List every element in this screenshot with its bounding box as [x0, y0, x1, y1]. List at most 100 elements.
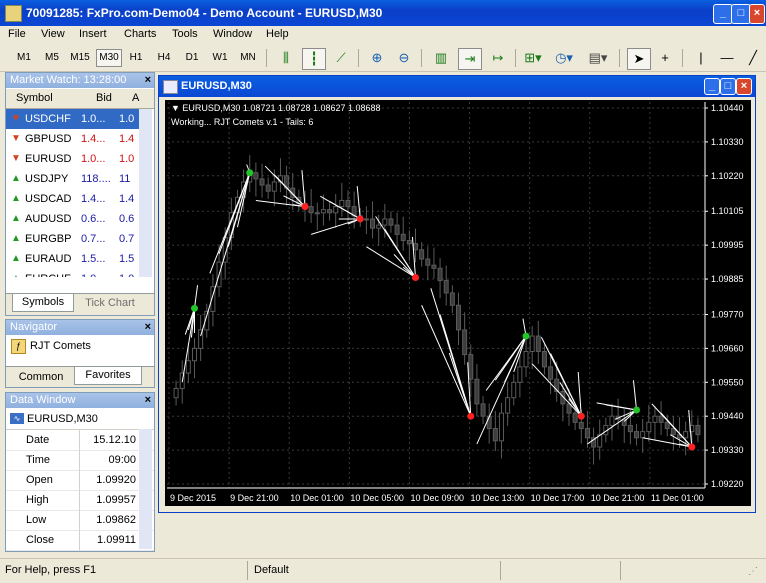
chart-info-line: ▼ EURUSD,M30 1.08721 1.08728 1.08627 1.0…: [171, 103, 381, 113]
market-watch-row[interactable]: ▼ USDCHF 1.0... 1.0: [6, 109, 140, 129]
candlestick-chart-icon[interactable]: ┇: [302, 48, 326, 70]
chart-close-button[interactable]: ×: [736, 78, 752, 95]
arrow-down-icon: ▼: [11, 133, 21, 144]
tab-tick-chart[interactable]: Tick Chart: [76, 295, 144, 312]
market-watch-row[interactable]: ▲ EURCHF 1.0... 1.0: [6, 269, 140, 277]
market-watch-row[interactable]: ▲ AUDUSD 0.6... 0.6: [6, 209, 140, 229]
tab-symbols[interactable]: Symbols: [12, 294, 74, 312]
menu-file[interactable]: File: [8, 28, 26, 40]
ask-price: 1.5: [119, 253, 135, 265]
menu-help[interactable]: Help: [266, 28, 289, 40]
navigator-item-rjt-comets[interactable]: RJT Comets: [30, 340, 91, 352]
candle-body: [640, 431, 646, 439]
candle-body: [535, 335, 541, 352]
timeframe-m30[interactable]: M30: [96, 49, 122, 67]
close-icon[interactable]: ×: [145, 393, 151, 408]
vertical-line-icon[interactable]: |: [690, 48, 712, 68]
horizontal-line-icon[interactable]: —: [716, 48, 738, 68]
periods-clock-icon[interactable]: ◷▾: [553, 48, 575, 68]
toolbar-separator: [421, 49, 422, 67]
candle-body: [259, 178, 265, 186]
menu-view[interactable]: View: [41, 28, 65, 40]
candle-body: [498, 412, 504, 442]
candle-body: [658, 415, 664, 423]
market-watch-scrollbar[interactable]: [139, 109, 152, 277]
candle-body: [173, 387, 179, 399]
timeframe-d1[interactable]: D1: [180, 50, 204, 66]
timeframe-mn[interactable]: MN: [236, 50, 260, 66]
candle-body: [370, 218, 376, 229]
zoom-out-icon[interactable]: ⊖: [393, 48, 415, 68]
data-value: 1.09862: [96, 514, 136, 526]
trendline-icon[interactable]: ╱: [742, 48, 764, 68]
chart-minimize-button[interactable]: _: [704, 78, 720, 95]
line-chart-icon[interactable]: ⟋: [330, 48, 352, 68]
candle-body: [627, 424, 633, 433]
ask-price: 11: [119, 173, 131, 185]
arrow-down-icon: ▼: [11, 153, 21, 164]
market-watch-row[interactable]: ▼ GBPUSD 1.4... 1.4: [6, 129, 140, 149]
candle-body: [437, 267, 443, 282]
price-tick-label: 1.09660: [711, 343, 744, 353]
data-window-scrollbar[interactable]: [139, 429, 152, 549]
data-window-row: Low 1.09862: [6, 510, 154, 531]
indicators-icon[interactable]: ⊞▾: [522, 48, 544, 68]
cursor-icon[interactable]: ➤: [627, 48, 651, 70]
crosshair-icon[interactable]: +: [654, 48, 676, 68]
candle-body: [382, 218, 388, 226]
candle-body: [548, 366, 554, 380]
zoom-in-icon[interactable]: ⊕: [366, 48, 388, 68]
status-help: For Help, press F1: [5, 564, 97, 576]
menu-charts[interactable]: Charts: [124, 28, 156, 40]
menu-tools[interactable]: Tools: [172, 28, 198, 40]
market-watch-row[interactable]: ▼ EURUSD 1.0... 1.0: [6, 149, 140, 169]
bar-chart-icon[interactable]: ⫼: [275, 48, 297, 68]
auto-scroll-icon[interactable]: ⇥: [458, 48, 482, 70]
menu-window[interactable]: Window: [213, 28, 252, 40]
symbol-name: USDCHF: [25, 113, 71, 125]
timeframe-m15[interactable]: M15: [68, 50, 92, 66]
menu-insert[interactable]: Insert: [79, 28, 107, 40]
timeframe-m1[interactable]: M1: [12, 50, 36, 66]
navigator-tabs: Common Favorites: [6, 366, 154, 387]
maximize-button[interactable]: □: [731, 4, 751, 24]
tab-favorites[interactable]: Favorites: [74, 367, 142, 385]
candle-body: [333, 206, 339, 214]
navigator-panel: Navigator × ƒ RJT Comets Common Favorite…: [5, 319, 155, 388]
menu-bar: File View Insert Charts Tools Window Hel…: [0, 26, 766, 45]
minimize-button[interactable]: _: [713, 4, 733, 24]
chart-shift-icon[interactable]: ↦: [487, 48, 509, 68]
close-icon[interactable]: ×: [145, 320, 151, 335]
toolbar-separator: [266, 49, 267, 67]
tile-windows-icon[interactable]: ▥: [430, 48, 452, 68]
comet-point: [412, 274, 420, 282]
close-icon[interactable]: ×: [145, 73, 151, 88]
status-separator: [500, 561, 501, 580]
symbol-name: GBPUSD: [25, 133, 72, 145]
column-symbol[interactable]: Symbol: [16, 92, 53, 104]
close-button[interactable]: ×: [749, 4, 765, 24]
market-watch-row[interactable]: ▲ USDCAD 1.4... 1.4: [6, 189, 140, 209]
candle-body: [394, 224, 400, 235]
timeframe-m5[interactable]: M5: [40, 50, 64, 66]
price-chart[interactable]: 1.10440 1.10330 1.10220 1.10105 1.09995 1.098…: [165, 100, 751, 506]
chart-maximize-button[interactable]: □: [720, 78, 736, 95]
candle-body: [265, 184, 271, 192]
timeframe-h4[interactable]: H4: [152, 50, 176, 66]
timeframe-h1[interactable]: H1: [124, 50, 148, 66]
resize-grip-icon[interactable]: ⋰: [748, 566, 758, 577]
ask-price: 1.0: [119, 269, 134, 277]
market-watch-row[interactable]: ▲ EURAUD 1.5... 1.5: [6, 249, 140, 269]
column-bid[interactable]: Bid: [96, 92, 112, 104]
templates-icon[interactable]: ▤▾: [587, 48, 609, 68]
arrow-up-icon: ▲: [11, 173, 21, 184]
market-watch-row[interactable]: ▲ EURGBP 0.7... 0.7: [6, 229, 140, 249]
app-icon: [5, 5, 22, 22]
market-watch-row[interactable]: ▲ USDJPY 118.... 11: [6, 169, 140, 189]
time-tick-label: 10 Dec 09:00: [410, 493, 464, 503]
column-ask[interactable]: A: [132, 92, 139, 104]
timeframe-w1[interactable]: W1: [208, 50, 232, 66]
tab-common[interactable]: Common: [12, 369, 70, 386]
ask-price: 1.0: [119, 153, 135, 165]
chart-area[interactable]: 1.10440 1.10330 1.10220 1.10105 1.09995 1.098…: [165, 100, 751, 506]
